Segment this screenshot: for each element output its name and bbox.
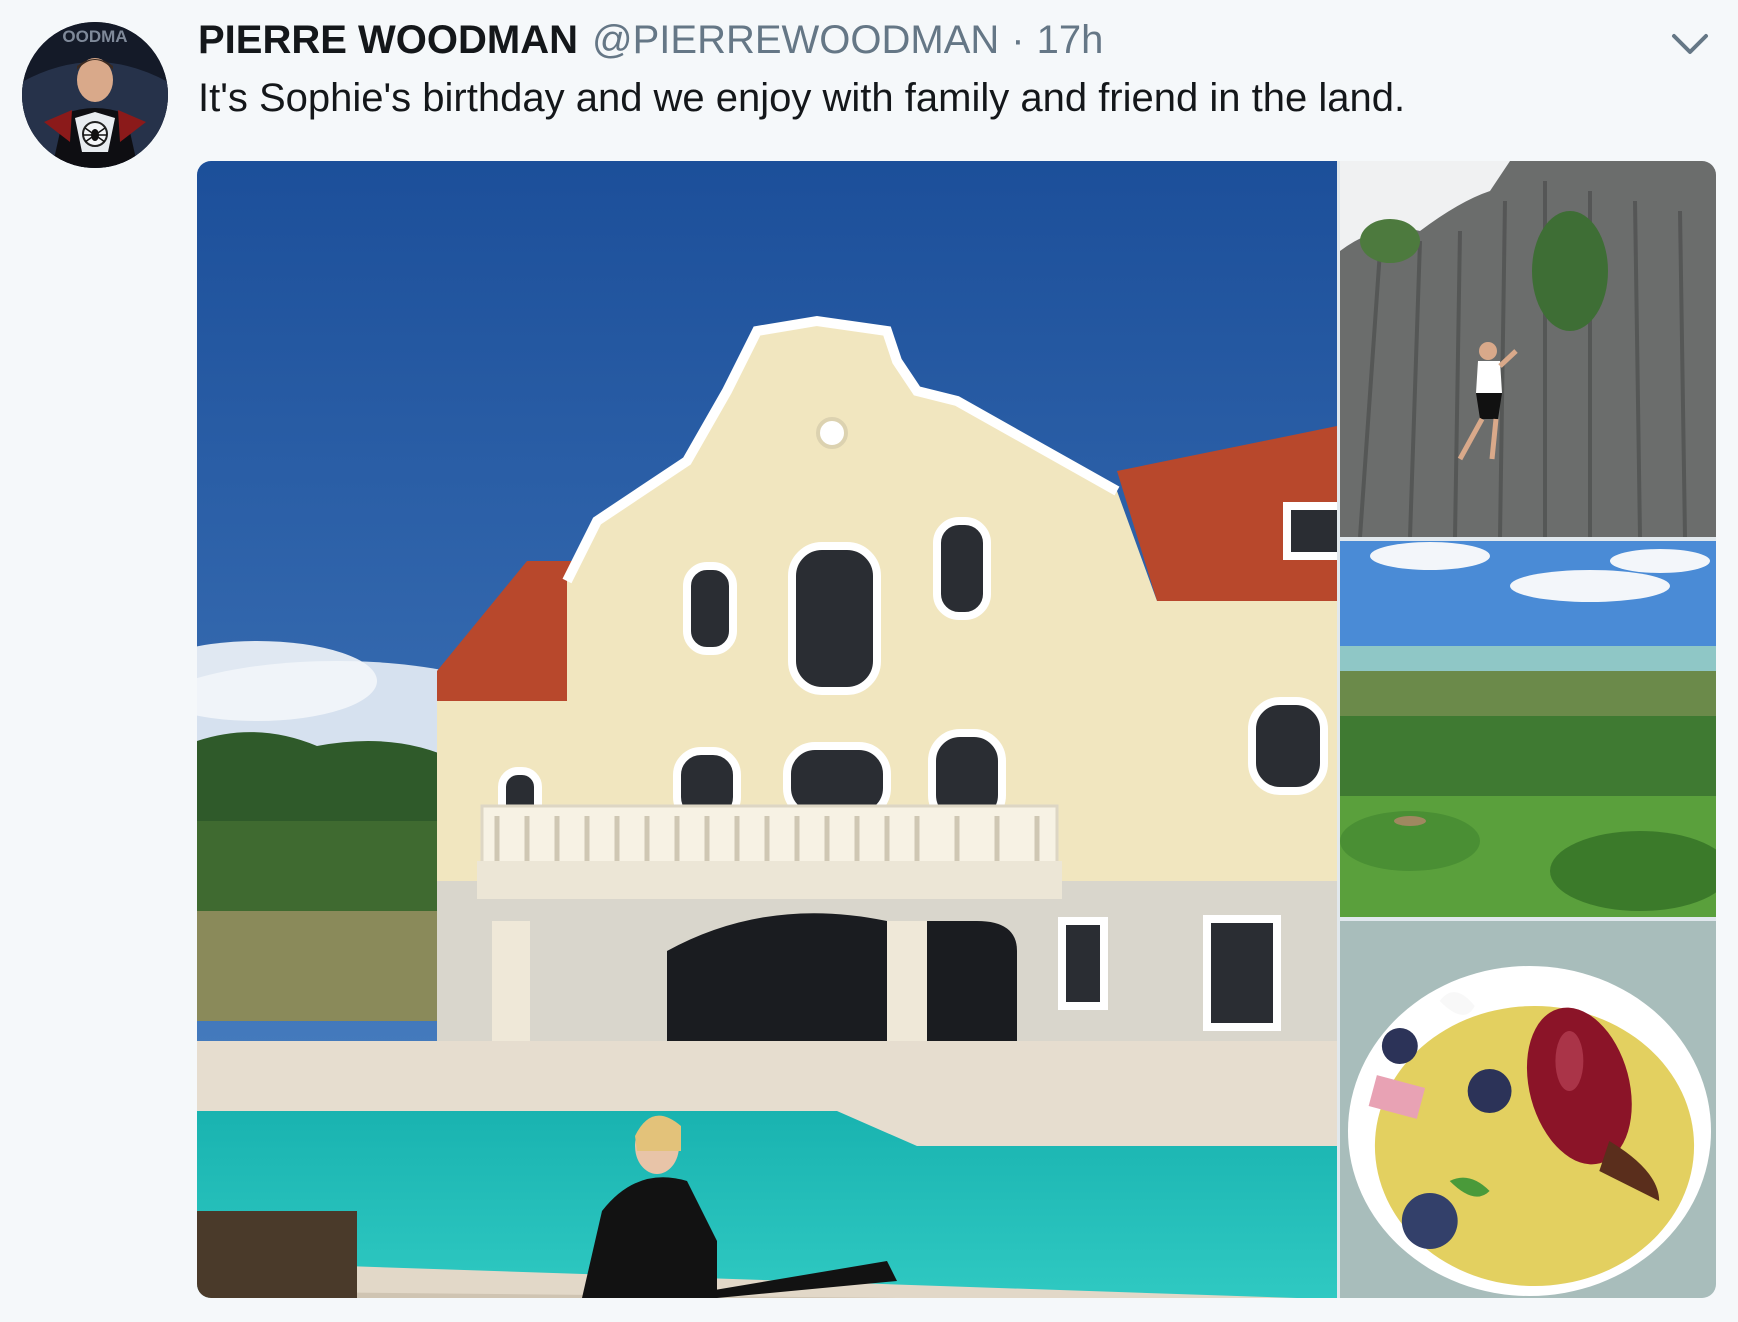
photo-rock-climbing[interactable]	[1340, 161, 1716, 537]
meta-separator: ·	[1011, 18, 1025, 62]
author-avatar[interactable]: OODMA	[22, 22, 168, 168]
photo-villa-pool[interactable]	[197, 161, 1337, 1298]
photo-dessert[interactable]	[1340, 921, 1716, 1298]
chevron-down-icon[interactable]	[1668, 24, 1712, 64]
tweet-header: PIERRE WOODMAN @PIERREWOODMAN · 17h	[198, 18, 1103, 68]
photo-lake-view[interactable]	[1340, 541, 1716, 917]
tweet: OODMA PIERRE WOODMAN @PIERREWOODMAN · 17…	[0, 0, 1738, 1322]
author-name[interactable]: PIERRE WOODMAN	[198, 18, 578, 63]
media-grid	[197, 161, 1716, 1298]
avatar-image: OODMA	[22, 22, 168, 168]
rock-climbing-image	[1340, 161, 1716, 537]
tweet-timestamp[interactable]: 17h	[1037, 18, 1104, 63]
tweet-text: It's Sophie's birthday and we enjoy with…	[198, 76, 1406, 120]
villa-pool-image	[197, 161, 1337, 1298]
lake-view-image	[1340, 541, 1716, 917]
dessert-image	[1340, 921, 1716, 1298]
author-handle[interactable]: @PIERREWOODMAN	[592, 18, 999, 63]
svg-text:OODMA: OODMA	[62, 27, 127, 46]
